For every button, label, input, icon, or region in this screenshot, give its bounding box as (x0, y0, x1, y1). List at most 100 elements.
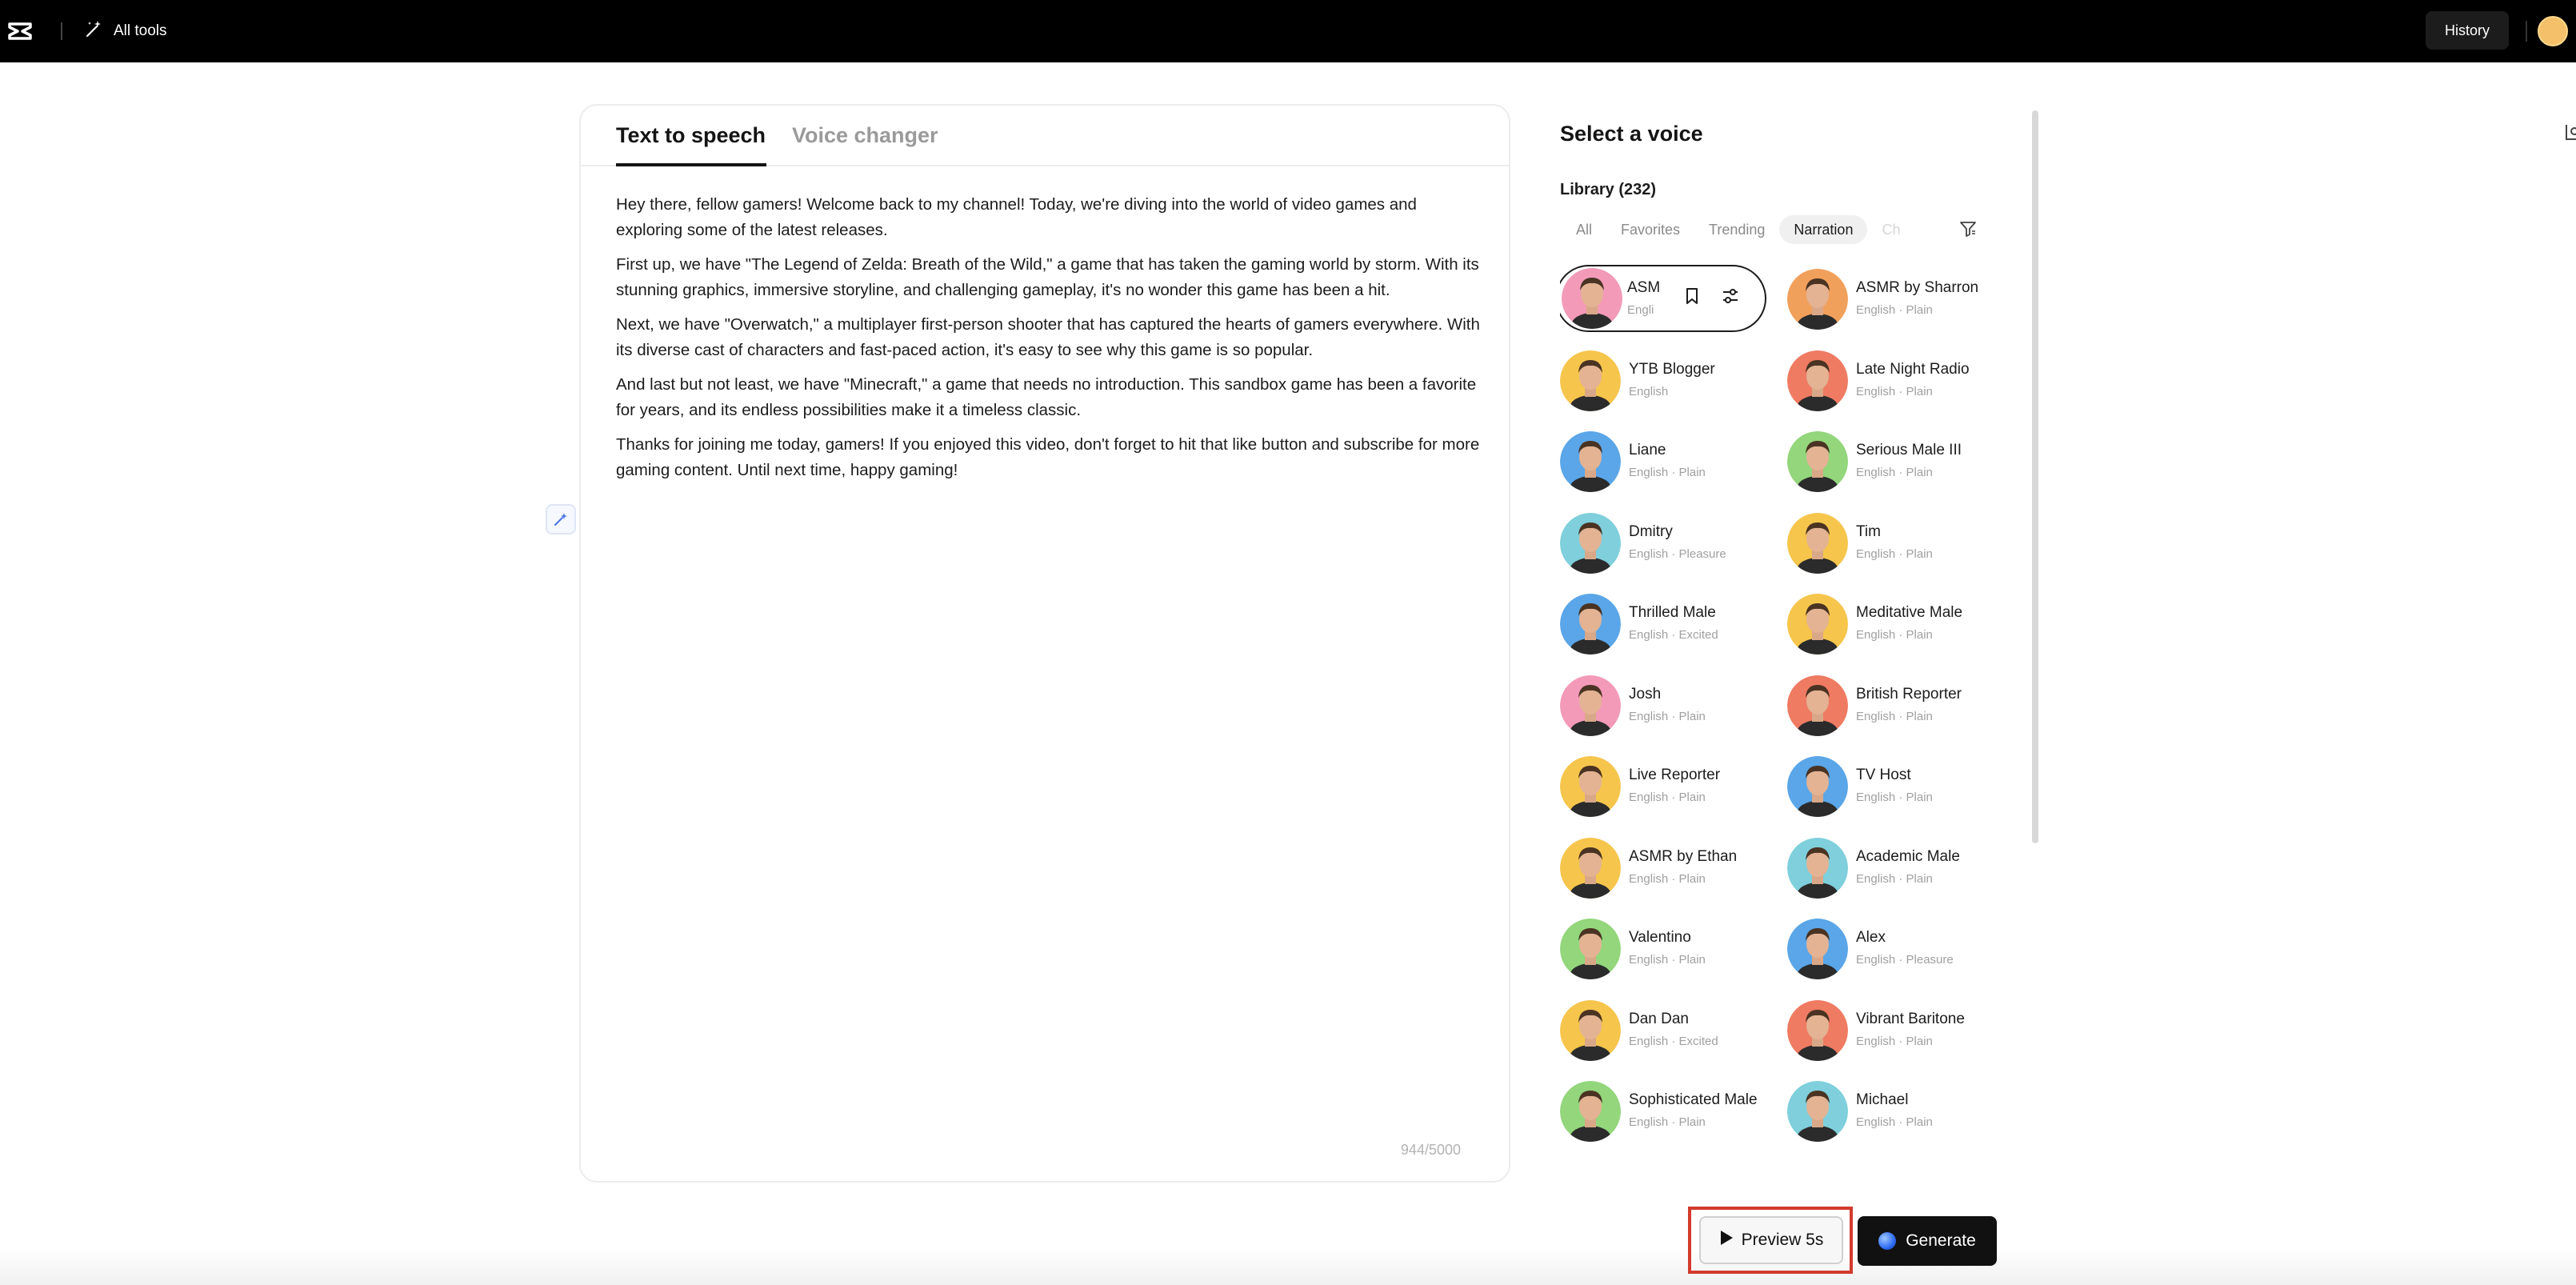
voice-meta: English · Plain (1629, 791, 1706, 804)
voice-name: Tim (1856, 522, 1881, 540)
voice-meta: English · Plain (1856, 466, 1933, 479)
voice-card[interactable]: Liane English · Plain (1560, 429, 1776, 496)
voice-meta: English · Plain (1856, 546, 1933, 561)
crop-icon[interactable] (2560, 122, 2576, 146)
text-editor-panel: Text to speech Voice changer Hey there, … (579, 104, 1510, 1183)
filter-chip-favorites[interactable]: Favorites (1606, 215, 1694, 244)
voice-meta: English · Plain (1629, 953, 1706, 967)
preview-button[interactable]: Preview 5s (1699, 1216, 1843, 1264)
user-avatar[interactable] (2538, 16, 2568, 46)
voice-avatar (1787, 512, 1848, 574)
voice-avatar (1560, 594, 1621, 655)
bookmark-icon[interactable] (1682, 286, 1702, 310)
voice-card[interactable]: Sophisticated Male English · Plain (1560, 1079, 1776, 1146)
filter-chip-character[interactable]: Ch (1867, 215, 1905, 244)
voice-name: Vibrant Baritone (1856, 1010, 1965, 1027)
voice-name: Alex (1856, 929, 1886, 946)
voice-avatar (1787, 756, 1848, 817)
history-button[interactable]: History (2426, 11, 2509, 50)
voice-card[interactable]: Vibrant Baritone English · Plain (1787, 998, 2003, 1065)
voice-avatar (1560, 350, 1621, 411)
voice-card[interactable]: TV Host English · Plain (1787, 754, 2003, 821)
voice-avatar (1787, 269, 1848, 330)
voice-meta: English · Plain (1629, 466, 1706, 479)
voice-name: Michael (1856, 1091, 1909, 1108)
preview-label: Preview 5s (1741, 1231, 1824, 1249)
voice-meta: English · Plain (1856, 628, 1933, 642)
voice-meta: English · Plain (1856, 709, 1933, 723)
voice-card[interactable]: Live Reporter English · Plain (1560, 754, 1776, 821)
voice-meta: English · Plain (1629, 709, 1706, 723)
voice-name: Dan Dan (1629, 1010, 1689, 1027)
voice-name: Late Night Radio (1856, 360, 1970, 378)
voice-name: ASM (1627, 279, 1661, 296)
tab-voice-changer[interactable]: Voice changer (792, 123, 938, 148)
voice-card[interactable]: Late Night Radio English · Plain (1787, 348, 2003, 415)
voice-avatar (1560, 919, 1621, 979)
voice-card[interactable]: Valentino English · Plain (1560, 916, 1776, 983)
voice-avatar (1787, 675, 1848, 736)
voice-name: ASMR by Sharron (1856, 279, 1979, 296)
voice-card[interactable]: Dan Dan English · Excited (1560, 998, 1776, 1065)
voice-avatar (1560, 431, 1621, 492)
voice-meta: English · Plain (1856, 1034, 1933, 1048)
voice-meta: English · Pleasure (1856, 953, 1954, 967)
generate-label: Generate (1906, 1231, 1976, 1250)
voice-card[interactable]: Tim English · Plain (1787, 510, 2003, 578)
generate-button[interactable]: Generate (1858, 1216, 1997, 1266)
voice-card[interactable]: Thrilled Male English · Excited (1560, 591, 1776, 659)
tab-text-to-speech[interactable]: Text to speech (616, 123, 766, 148)
voice-meta: English (1629, 384, 1669, 398)
voice-avatar (1787, 431, 1848, 492)
paragraph: Thanks for joining me today, gamers! If … (616, 435, 1480, 479)
filter-icon[interactable] (1955, 216, 1981, 242)
filter-chip-all[interactable]: All (1560, 215, 1606, 244)
divider (61, 22, 62, 40)
voice-card[interactable]: ASM Engli (1560, 265, 1766, 332)
voice-filter-chips: All Favorites Trending Narration Ch (1560, 214, 1992, 245)
voice-name: Josh (1629, 685, 1662, 703)
voice-meta: Engli (1627, 303, 1654, 317)
voice-name: Sophisticated Male (1629, 1091, 1758, 1108)
voice-name: Meditative Male (1856, 604, 1963, 621)
voice-card[interactable]: Meditative Male English · Plain (1787, 591, 2003, 659)
voice-avatar (1787, 999, 1848, 1061)
voice-card[interactable]: Josh English · Plain (1560, 673, 1776, 740)
voice-avatar (1560, 675, 1621, 736)
voice-name: Live Reporter (1629, 767, 1721, 783)
paragraph: And last but not least, we have "Minecra… (616, 375, 1477, 419)
voice-card[interactable]: Serious Male III English · Plain (1787, 429, 2003, 496)
capcut-logo-icon[interactable] (6, 19, 34, 43)
voice-name: TV Host (1856, 767, 1911, 783)
character-counter: 944/5000 (1400, 1142, 1461, 1158)
top-bar: All tools History (0, 0, 2576, 62)
voice-meta: English · Plain (1856, 791, 1933, 804)
voice-card[interactable]: Alex English · Pleasure (1787, 916, 2003, 983)
voice-list-scrollbar[interactable] (2032, 110, 2038, 843)
paragraph: First up, we have "The Legend of Zelda: … (616, 255, 1479, 299)
voice-card[interactable]: Academic Male English · Plain (1787, 835, 2003, 903)
generate-orb-icon (1878, 1232, 1897, 1250)
filter-chip-narration[interactable]: Narration (1779, 215, 1868, 244)
voice-card[interactable]: ASMR by Sharron English · Plain (1787, 266, 2003, 334)
voice-avatar (1560, 512, 1621, 574)
voice-card[interactable]: YTB Blogger English (1560, 348, 1776, 415)
voice-meta: English · Excited (1629, 628, 1718, 642)
voice-meta: English · Plain (1629, 1115, 1706, 1129)
voice-meta: English · Plain (1856, 384, 1933, 398)
divider (2526, 21, 2527, 42)
all-tools-button[interactable]: All tools (85, 0, 167, 62)
ai-rewrite-icon[interactable] (546, 504, 576, 534)
settings-sliders-icon[interactable] (1720, 286, 1741, 310)
voice-meta: English · Excited (1629, 1034, 1718, 1048)
voice-avatar (1560, 756, 1621, 817)
voice-card[interactable]: ASMR by Ethan English · Plain (1560, 835, 1776, 903)
voice-avatar (1787, 350, 1848, 411)
voice-card[interactable]: Dmitry English · Pleasure (1560, 510, 1776, 578)
filter-chip-trending[interactable]: Trending (1694, 215, 1779, 244)
script-textarea[interactable]: Hey there, fellow gamers! Welcome back t… (616, 192, 1480, 492)
voice-meta: English · Plain (1629, 871, 1706, 886)
mode-tabs: Text to speech Voice changer (581, 106, 1509, 166)
voice-card[interactable]: British Reporter English · Plain (1787, 673, 2003, 740)
voice-card[interactable]: Michael English · Plain (1787, 1079, 2003, 1146)
